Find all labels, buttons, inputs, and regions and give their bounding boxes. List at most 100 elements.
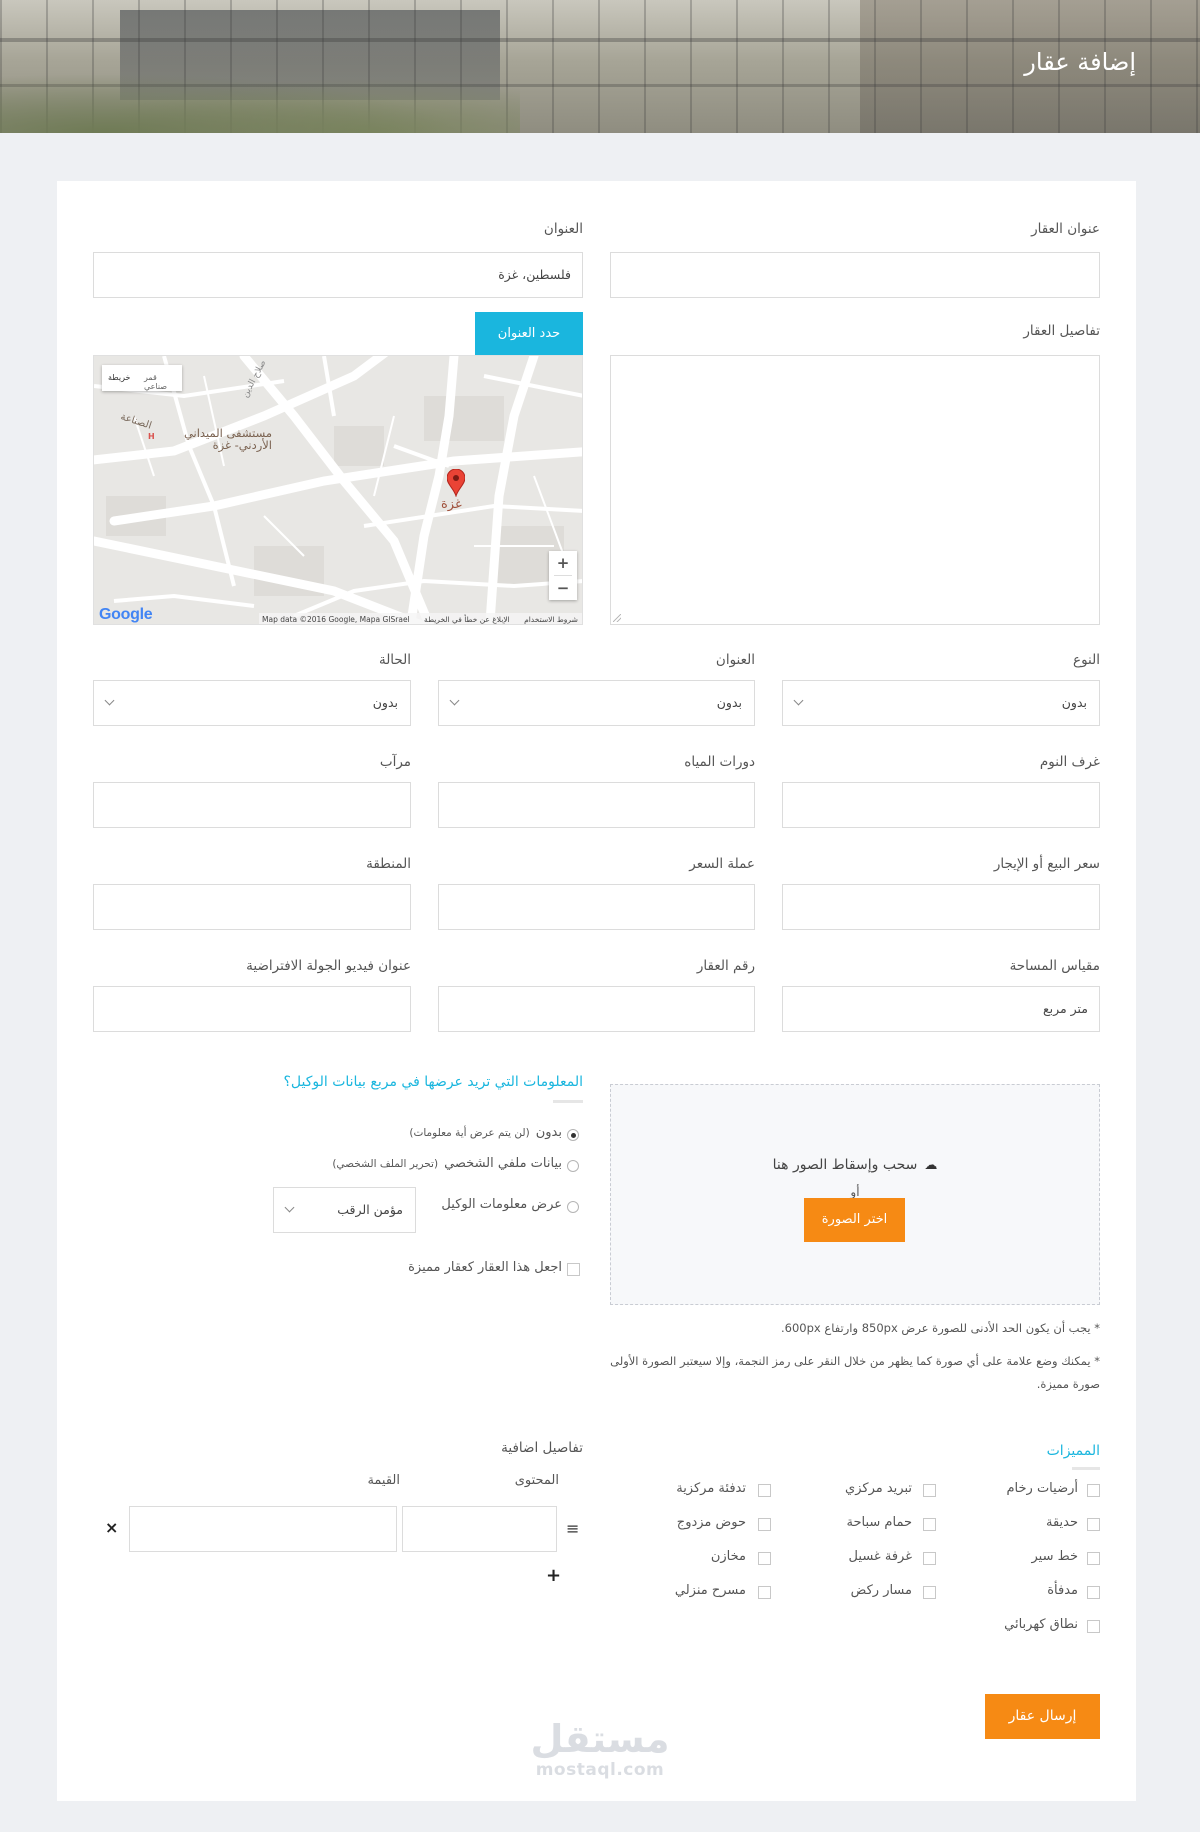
featured-label[interactable]: اجعل هذا العقار كعقار مميزة [408,1260,562,1275]
feature-checkbox[interactable] [923,1518,936,1531]
submit-property-button[interactable]: إرسال عقار [985,1694,1100,1739]
feature-label[interactable]: مخازن [711,1549,746,1564]
property-id-label: رقم العقار [696,958,755,974]
property-title-label: عنوان العقار [1031,221,1100,237]
status-label: الحالة [378,652,411,668]
banner-floor-line [0,38,1200,42]
feature-label[interactable]: حمام سباحة [847,1515,912,1530]
feature-label[interactable]: تبريد مركزي [845,1481,912,1496]
currency-input[interactable] [438,884,755,930]
feature-label[interactable]: خط سير [1032,1549,1079,1564]
feature-label[interactable]: غرفة غسيل [849,1549,912,1564]
feature-checkbox[interactable] [1087,1518,1100,1531]
location-pin-icon[interactable] [447,469,465,497]
price-input[interactable] [782,884,1100,930]
title-underline [1072,1467,1100,1470]
feature-checkbox[interactable] [1087,1484,1100,1497]
property-details-label: تفاصيل العقار [1023,323,1100,339]
map-type-map-button[interactable]: خريطة [108,373,130,382]
feature-checkbox[interactable] [758,1586,771,1599]
location-map[interactable]: خريطة قمر صناعي الصناعة صلاح الدين H مست… [93,355,583,625]
extra-details-title: تفاصيل اضافية [501,1440,583,1456]
bathrooms-input[interactable] [438,782,755,828]
extra-content-input[interactable] [402,1506,557,1552]
agent-option-profile-label[interactable]: بيانات ملفي الشخصي(تحرير الملف الشخصي) [332,1156,562,1171]
property-details-textarea[interactable] [610,355,1100,625]
feature-label[interactable]: أرضيات رخام [1006,1481,1078,1496]
size-label: مقياس المساحة [1009,958,1100,974]
map-streets [94,356,582,624]
agent-option-profile-radio[interactable] [567,1160,579,1172]
chevron-down-icon [284,1202,295,1213]
bedrooms-input[interactable] [782,782,1100,828]
image-size-note: * يجب أن يكون الحد الأدنى للصورة عرض 850… [780,1321,1100,1335]
zoom-in-button[interactable]: + [549,551,577,575]
chevron-down-icon [104,695,115,706]
map-terms-link[interactable]: شروط الاستخدام [524,615,578,624]
google-logo: Google [99,606,153,623]
agent-option-none-label[interactable]: بدون(لن يتم عرض أية معلومات) [409,1125,562,1140]
extra-value-input[interactable] [129,1506,397,1552]
agent-option-agent-label[interactable]: عرض معلومات الوكيل [441,1197,562,1212]
feature-checkbox[interactable] [923,1586,936,1599]
map-pin-label: غزة [441,497,462,512]
feature-checkbox[interactable] [758,1552,771,1565]
address-label: العنوان [543,221,583,237]
bathrooms-label: دورات المياه [684,754,755,770]
add-row-icon[interactable]: + [546,1565,561,1586]
address2-select[interactable]: بدون [438,680,755,726]
agent-option-agent-radio[interactable] [567,1201,579,1213]
hospital-label: مستشفى الميداني الأردني- غزة [183,426,272,452]
dropzone-title: ☁سحب وإسقاط الصور هنا [772,1157,938,1173]
feature-label[interactable]: مسار ركض [851,1583,912,1598]
map-zoom-control: + − [549,551,577,600]
feature-checkbox[interactable] [1087,1552,1100,1565]
features-title: المميزات [1046,1443,1100,1459]
garage-input[interactable] [93,782,411,828]
map-data-credit: Map data ©2016 Google, Mapa GISrael [262,615,410,624]
map-attribution: Map data ©2016 Google, Mapa GISrael شروط… [259,613,582,624]
feature-checkbox[interactable] [923,1552,936,1565]
feature-label[interactable]: حوض مزدوج [677,1515,746,1530]
feature-label[interactable]: مدفأة [1047,1583,1078,1598]
agent-select[interactable]: مؤمن الرقب [273,1187,416,1233]
address2-label: العنوان [715,652,755,668]
feature-checkbox[interactable] [758,1518,771,1531]
locate-address-button[interactable]: حدد العنوان [475,312,583,356]
feature-label[interactable]: حديقة [1046,1515,1078,1530]
extra-col-value: القيمة [367,1473,400,1488]
zoom-out-button[interactable]: − [549,576,577,600]
area-input[interactable] [93,884,411,930]
drag-handle-icon[interactable]: ≡ [566,1519,579,1538]
choose-image-button[interactable]: اختر الصورة [804,1198,905,1242]
featured-image-note: * يمكنك وضع علامة على أي صورة كما يظهر م… [610,1354,1100,1391]
page-banner: إضافة عقار [0,0,1200,133]
feature-checkbox[interactable] [1087,1586,1100,1599]
size-input[interactable]: متر مربع [782,986,1100,1032]
dropzone-or: أو [850,1185,860,1199]
image-dropzone[interactable]: ☁سحب وإسقاط الصور هنا أو اختر الصورة [610,1084,1100,1305]
remove-row-icon[interactable]: × [105,1518,118,1537]
feature-checkbox[interactable] [923,1484,936,1497]
mostaql-watermark: مستقل mostaql.com [530,1717,670,1780]
feature-label[interactable]: نطاق كهربائي [1004,1617,1078,1632]
feature-checkbox[interactable] [758,1484,771,1497]
agent-option-none-radio[interactable] [567,1129,579,1141]
status-select[interactable]: بدون [93,680,411,726]
map-report-link[interactable]: الإبلاغ عن خطأ في الخريطة [424,615,510,624]
feature-label[interactable]: مسرح منزلي [675,1583,746,1598]
feature-checkbox[interactable] [1087,1620,1100,1633]
extra-col-content: المحتوى [514,1473,559,1488]
featured-checkbox[interactable] [567,1263,580,1276]
type-select[interactable]: بدون [782,680,1100,726]
resize-grip-icon[interactable] [613,614,621,622]
feature-label[interactable]: تدفئة مركزية [676,1481,746,1496]
hospital-icon: H [148,432,155,441]
chevron-down-icon [449,695,460,706]
map-type-satellite-button[interactable]: قمر صناعي [144,373,182,391]
address-input[interactable]: فلسطين، غزة [93,252,583,298]
property-id-input[interactable] [438,986,755,1032]
video-url-input[interactable] [93,986,411,1032]
garage-label: مرآب [379,754,411,770]
property-title-input[interactable] [610,252,1100,298]
